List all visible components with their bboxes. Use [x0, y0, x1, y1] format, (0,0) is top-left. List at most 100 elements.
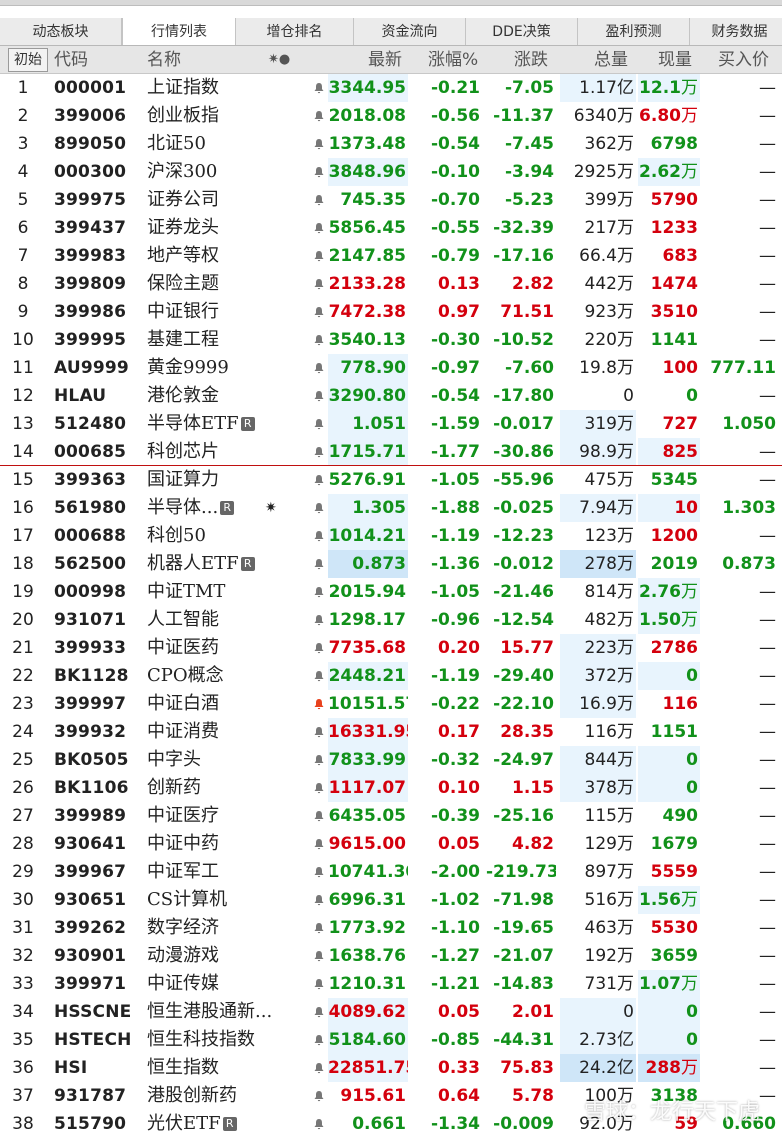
- stock-name-text: 沪深300: [147, 161, 218, 182]
- table-row[interactable]: 24 399932 中证消费 16331.95 0.17 28.35 116万 1151 —: [0, 718, 782, 746]
- table-row[interactable]: 26 BK1106 创新药 1117.07 0.10 1.15 378万 0 —: [0, 774, 782, 802]
- alert-bell-icon[interactable]: [310, 74, 328, 102]
- bid-price: —: [759, 638, 776, 658]
- table-row[interactable]: 29 399967 中证军工 10741.30 -2.00 -219.73 897万 5559…: [0, 858, 782, 886]
- tab-fund-flow[interactable]: 资金流向: [354, 18, 466, 45]
- alert-bell-icon[interactable]: [310, 382, 328, 410]
- table-row[interactable]: 20 931071 人工智能 1298.17 -0.96 -12.54 482万 1.50万 —: [0, 606, 782, 634]
- sun-dot-icon[interactable]: ✷●: [268, 46, 290, 74]
- col-pct-header[interactable]: 涨幅%: [428, 46, 478, 74]
- alert-bell-icon[interactable]: [310, 102, 328, 130]
- table-row[interactable]: 11 AU9999 黄金9999 778.90 -0.97 -7.60 19.8万 100 77…: [0, 354, 782, 382]
- tab-position-rank[interactable]: 增仓排名: [236, 18, 354, 45]
- table-row[interactable]: 28 930641 中证中药 9615.00 0.05 4.82 129万 1679 —: [0, 830, 782, 858]
- alert-bell-icon[interactable]: [310, 1082, 328, 1110]
- alert-bell-icon[interactable]: [310, 662, 328, 690]
- alert-bell-icon[interactable]: [310, 494, 328, 522]
- col-vol-header[interactable]: 总量: [594, 46, 628, 74]
- table-row[interactable]: 25 BK0505 中字头 7833.99 -0.32 -24.97 844万 0 —: [0, 746, 782, 774]
- alert-bell-icon[interactable]: [310, 214, 328, 242]
- alert-bell-icon[interactable]: [310, 606, 328, 634]
- alert-bell-icon[interactable]: [310, 1110, 328, 1133]
- tab-profit-forecast[interactable]: 盈利预测: [578, 18, 690, 45]
- alert-bell-icon[interactable]: [310, 1054, 328, 1082]
- alert-bell-icon[interactable]: [310, 186, 328, 214]
- alert-bell-icon[interactable]: [310, 158, 328, 186]
- alert-bell-icon[interactable]: [310, 634, 328, 662]
- alert-bell-icon[interactable]: [310, 774, 328, 802]
- alert-bell-icon[interactable]: [310, 886, 328, 914]
- table-row[interactable]: 8 399809 保险主题 2133.28 0.13 2.82 442万 1474 —: [0, 270, 782, 298]
- table-row[interactable]: 16 561980 半导体... R ✷ 1.305 -1.88 -0.025 7.94万 10 1…: [0, 494, 782, 522]
- table-row[interactable]: 10 399995 基建工程 3540.13 -0.30 -10.52 220万 1141 —: [0, 326, 782, 354]
- alert-bell-icon[interactable]: [310, 270, 328, 298]
- table-row[interactable]: 18 562500 机器人ETF R 0.873 -1.36 -0.012 278万 2019 0…: [0, 550, 782, 578]
- table-row[interactable]: 5 399975 证券公司 745.35 -0.70 -5.23 399万 5790 —: [0, 186, 782, 214]
- alert-bell-icon[interactable]: [310, 914, 328, 942]
- table-row[interactable]: 23 399997 中证白酒 10151.57 -0.22 -22.10 16.9万 116 —: [0, 690, 782, 718]
- stock-code: 399262: [54, 918, 127, 938]
- col-chg-header[interactable]: 涨跌: [514, 46, 548, 74]
- table-row[interactable]: 30 930651 CS计算机 6996.31 -1.02 -71.98 516万 1.56万…: [0, 886, 782, 914]
- table-row[interactable]: 27 399989 中证医疗 6435.05 -0.39 -25.16 115万 490 —: [0, 802, 782, 830]
- table-row[interactable]: 2 399006 创业板指 2018.08 -0.56 -11.37 6340万 6.80万 —: [0, 102, 782, 130]
- alert-bell-icon[interactable]: [310, 718, 328, 746]
- alert-bell-icon[interactable]: [310, 130, 328, 158]
- tab-dynamic-sector[interactable]: 动态板块: [0, 18, 122, 45]
- table-row[interactable]: 22 BK1128 CPO概念 2448.21 -1.19 -29.40 372万 0 —: [0, 662, 782, 690]
- table-row[interactable]: 3 899050 北证50 1373.48 -0.54 -7.45 362万 6798 —: [0, 130, 782, 158]
- col-price-header[interactable]: 最新: [368, 46, 402, 74]
- alert-bell-icon[interactable]: [310, 802, 328, 830]
- table-row[interactable]: 7 399983 地产等权 2147.85 -0.79 -17.16 66.4万 683 —: [0, 242, 782, 270]
- stock-name-text: 证券龙头: [147, 217, 219, 238]
- alert-bell-icon[interactable]: [310, 830, 328, 858]
- table-row[interactable]: 19 000998 中证TMT 2015.94 -1.05 -21.46 814万 2.76万…: [0, 578, 782, 606]
- table-row[interactable]: 6 399437 证券龙头 5856.45 -0.55 -32.39 217万 1233 —: [0, 214, 782, 242]
- init-sort-button[interactable]: 初始: [8, 48, 48, 72]
- table-row[interactable]: 14 000685 科创芯片 1715.71 -1.77 -30.86 98.9万 825 —: [0, 438, 782, 466]
- alert-bell-icon[interactable]: [310, 410, 328, 438]
- bid-price: —: [759, 666, 776, 686]
- table-row[interactable]: 31 399262 数字经济 1773.92 -1.10 -19.65 463万 5530 —: [0, 914, 782, 942]
- alert-bell-icon[interactable]: [310, 298, 328, 326]
- alert-bell-icon[interactable]: [310, 326, 328, 354]
- col-code-header[interactable]: 代码: [54, 46, 88, 74]
- tab-quote-list[interactable]: 行情列表: [122, 18, 236, 45]
- alert-bell-icon[interactable]: [310, 970, 328, 998]
- alert-bell-icon[interactable]: [310, 522, 328, 550]
- table-row[interactable]: 13 512480 半导体ETF R 1.051 -1.59 -0.017 319万 727 1.…: [0, 410, 782, 438]
- table-row[interactable]: 4 000300 沪深300 3848.96 -0.10 -3.94 2925万 2.62万 —: [0, 158, 782, 186]
- alert-bell-icon[interactable]: [310, 942, 328, 970]
- table-row[interactable]: 36 HSI 恒生指数 22851.75 0.33 75.83 24.2亿288万 —: [0, 1054, 782, 1082]
- price-value: 10151.57: [328, 694, 408, 714]
- table-row[interactable]: 12 HLAU 港伦敦金 3290.80 -0.54 -17.80 0 0 —: [0, 382, 782, 410]
- alert-bell-icon[interactable]: [310, 1026, 328, 1054]
- total-volume: 115万: [584, 806, 634, 826]
- alert-bell-icon[interactable]: [310, 690, 328, 718]
- tab-financial-data[interactable]: 财务数据: [690, 18, 782, 45]
- col-bid-header[interactable]: 买入价: [718, 46, 769, 74]
- alert-bell-icon[interactable]: [310, 550, 328, 578]
- alert-bell-icon[interactable]: [310, 578, 328, 606]
- alert-bell-icon[interactable]: [310, 858, 328, 886]
- col-name-header[interactable]: 名称: [147, 46, 181, 74]
- table-row[interactable]: 32 930901 动漫游戏 1638.76 -1.27 -21.07 192万 3659 —: [0, 942, 782, 970]
- bid-price: —: [759, 610, 776, 630]
- col-cur-header[interactable]: 现量: [658, 46, 692, 74]
- alert-bell-icon[interactable]: [310, 998, 328, 1026]
- table-row[interactable]: 15 399363 国证算力 5276.91 -1.05 -55.96 475万 5345 —: [0, 466, 782, 494]
- alert-bell-icon[interactable]: [310, 438, 328, 466]
- table-row[interactable]: 21 399933 中证医药 7735.68 0.20 15.77 223万 2786 —: [0, 634, 782, 662]
- table-row[interactable]: 33 399971 中证传媒 1210.31 -1.21 -14.83 731万 1.07万 —: [0, 970, 782, 998]
- tab-dde[interactable]: DDE决策: [466, 18, 578, 45]
- total-volume: 897万: [584, 862, 634, 882]
- table-row[interactable]: 35 HSTECH 恒生科技指数 5184.60 -0.85 -44.31 2.73亿 0 —: [0, 1026, 782, 1054]
- alert-bell-icon[interactable]: [310, 354, 328, 382]
- table-row[interactable]: 34 HSSCNE 恒生港股通新... 4089.62 0.05 2.01 0 0 —: [0, 998, 782, 1026]
- table-row[interactable]: 17 000688 科创50 1014.21 -1.19 -12.23 123万 1200 —: [0, 522, 782, 550]
- alert-bell-icon[interactable]: [310, 242, 328, 270]
- table-row[interactable]: 9 399986 中证银行 7472.38 0.97 71.51 923万 3510 —: [0, 298, 782, 326]
- alert-bell-icon[interactable]: [310, 746, 328, 774]
- alert-bell-icon[interactable]: [310, 466, 328, 494]
- table-row[interactable]: 1 000001 上证指数 3344.95 -0.21 -7.05 1.17亿 12.1万 —: [0, 74, 782, 102]
